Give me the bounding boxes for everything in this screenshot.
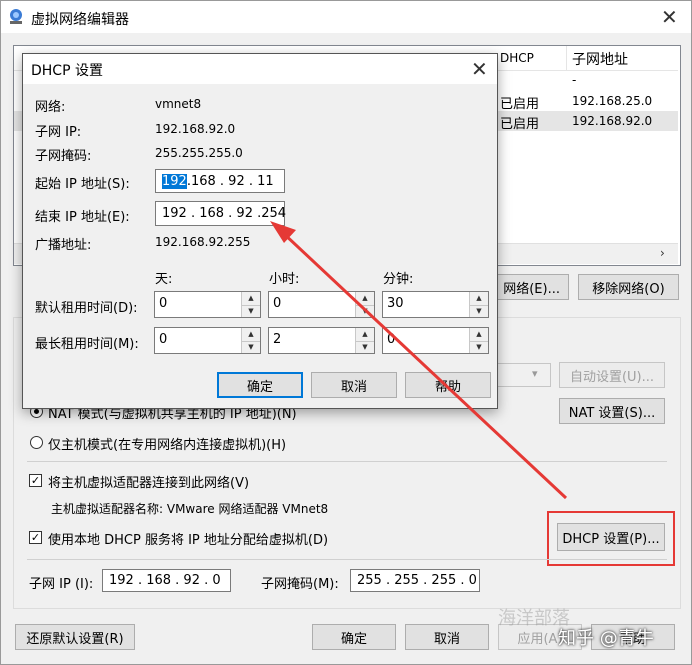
annotation-arrow [270,221,568,500]
